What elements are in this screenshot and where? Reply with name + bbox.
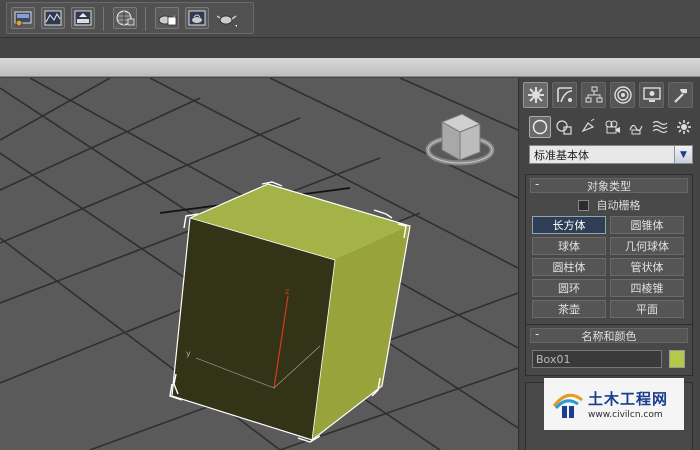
name-color-title: 名称和颜色: [581, 329, 637, 343]
helpers-icon[interactable]: [625, 116, 647, 138]
command-panel-tabs: [523, 82, 699, 110]
watermark-url: www.civilcn.com: [588, 410, 663, 420]
pyramid-button[interactable]: 四棱锥: [610, 279, 684, 297]
hierarchy-icon[interactable]: [581, 82, 606, 108]
render-production-icon[interactable]: [71, 7, 95, 29]
object-type-rollout-header[interactable]: - 对象类型: [530, 177, 688, 193]
object-type-title: 对象类型: [587, 179, 631, 193]
create-icon[interactable]: [523, 82, 548, 108]
systems-icon[interactable]: [673, 116, 695, 138]
name-color-rollout: - 名称和颜色 Box01: [525, 324, 693, 376]
object-color-swatch[interactable]: [669, 350, 685, 368]
toolbar-separator: [103, 7, 104, 31]
cone-button[interactable]: 圆锥体: [610, 216, 684, 234]
name-row: Box01: [526, 346, 692, 372]
viewcube[interactable]: [425, 113, 495, 166]
gizmo-z-label: z: [285, 287, 289, 296]
watermark-site-name: 土木工程网: [588, 390, 669, 408]
viewport-canvas[interactable]: z y: [0, 78, 518, 450]
autogrid-option[interactable]: 自动栅格: [526, 196, 692, 214]
name-color-rollout-header[interactable]: - 名称和颜色: [530, 327, 688, 343]
site-logo: [552, 393, 583, 418]
display-icon[interactable]: [639, 82, 664, 108]
space-warps-icon[interactable]: [649, 116, 671, 138]
ribbon-bar: [0, 58, 700, 77]
box-button[interactable]: 长方体: [532, 216, 606, 234]
box-object[interactable]: [171, 183, 411, 441]
cylinder-button[interactable]: 圆柱体: [532, 258, 606, 276]
sphere-button[interactable]: 球体: [532, 237, 606, 255]
dropdown-value: 标准基本体: [534, 148, 589, 162]
create-categories: [527, 114, 699, 140]
motion-icon[interactable]: [610, 82, 635, 108]
render-iterative-icon[interactable]: [185, 7, 209, 29]
render-toolbar-group: [6, 2, 254, 34]
object-name-input[interactable]: Box01: [532, 350, 662, 368]
tube-button[interactable]: 管状体: [610, 258, 684, 276]
geosphere-button[interactable]: 几何球体: [610, 237, 684, 255]
main-toolbar: [0, 0, 700, 38]
utilities-icon[interactable]: [668, 82, 693, 108]
geometry-icon[interactable]: [529, 116, 551, 138]
perspective-viewport[interactable]: z y: [0, 78, 518, 450]
teapot-button[interactable]: 茶壶: [532, 300, 606, 318]
render-teapot-icon[interactable]: [155, 7, 179, 29]
gizmo-y-label: y: [186, 349, 191, 358]
rendered-frame-window-icon[interactable]: [41, 7, 65, 29]
shapes-icon[interactable]: [553, 116, 575, 138]
lights-icon[interactable]: [577, 116, 599, 138]
torus-button[interactable]: 圆环: [532, 279, 606, 297]
modify-icon[interactable]: [552, 82, 577, 108]
render-setup-icon[interactable]: [11, 7, 35, 29]
toolbar-strip: [0, 38, 700, 58]
autogrid-checkbox[interactable]: [577, 199, 589, 211]
chevron-down-icon[interactable]: ▼: [674, 146, 692, 163]
render-activeshade-icon[interactable]: [215, 7, 239, 29]
cameras-icon[interactable]: [601, 116, 623, 138]
autogrid-label: 自动栅格: [596, 199, 641, 212]
object-type-buttons: 长方体 圆锥体 球体 几何球体 圆柱体 管状体 圆环 四棱锥 茶壶 平面: [526, 214, 692, 324]
watermark: 土木工程网 www.civilcn.com: [544, 378, 684, 430]
object-type-rollout: - 对象类型 自动栅格 长方体 圆锥体 球体 几何球体 圆柱体 管状体 圆环 四…: [525, 174, 693, 325]
toolbar-separator: [145, 7, 146, 31]
material-editor-icon[interactable]: [113, 7, 137, 29]
collapse-icon[interactable]: -: [535, 327, 539, 341]
plane-button[interactable]: 平面: [610, 300, 684, 318]
collapse-icon[interactable]: -: [535, 177, 539, 191]
primitive-type-dropdown[interactable]: 标准基本体 ▼: [529, 145, 693, 164]
